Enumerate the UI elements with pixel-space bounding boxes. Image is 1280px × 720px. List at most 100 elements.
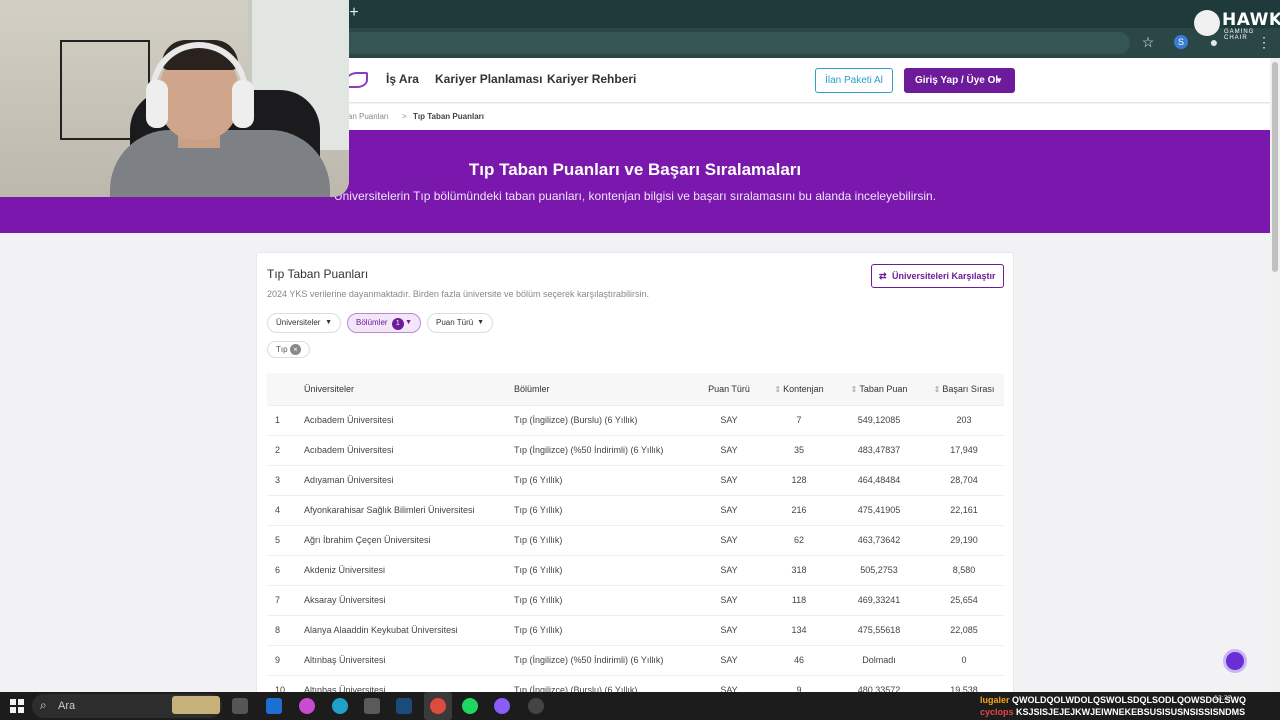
- row-university: Ağrı İbrahim Çeçen Üniversitesi: [304, 524, 514, 555]
- row-index: 3: [267, 464, 304, 495]
- row-score-type: SAY: [694, 524, 764, 555]
- site-logo[interactable]: [346, 72, 368, 88]
- row-quota: 134: [764, 614, 834, 645]
- table-row[interactable]: 7 Aksaray Üniversitesi Tıp (6 Yıllık) SAY 11…: [267, 584, 1004, 615]
- breadcrumb-current: Tıp Taban Puanları: [413, 112, 484, 121]
- table-row[interactable]: 10 Altınbaş Üniversitesi Tıp (İngilizce) (…: [267, 674, 1004, 692]
- row-department: Tıp (6 Yıllık): [514, 614, 694, 645]
- row-quota: 318: [764, 554, 834, 585]
- row-department: Tıp (6 Yıllık): [514, 584, 694, 615]
- row-university: Altınbaş Üniversitesi: [304, 644, 514, 675]
- filter-departments-label: Bölümler: [356, 318, 388, 327]
- row-base-score: 463,73642: [834, 524, 924, 555]
- outlook-icon[interactable]: [266, 698, 282, 714]
- card-subtitle: 2024 YKS verilerine dayanmaktadır. Birde…: [267, 289, 650, 299]
- row-department: Tıp (6 Yıllık): [514, 494, 694, 525]
- row-university: Akdeniz Üniversitesi: [304, 554, 514, 585]
- store-icon[interactable]: [364, 698, 380, 714]
- row-index: 8: [267, 614, 304, 645]
- filter-universities[interactable]: Üniversiteler ▼: [267, 313, 341, 333]
- row-rank: 25,654: [924, 584, 1004, 615]
- row-university: Alanya Alaaddin Keykubat Üniversitesi: [304, 614, 514, 645]
- row-score-type: SAY: [694, 434, 764, 465]
- row-index: 6: [267, 554, 304, 585]
- edge-icon[interactable]: [332, 698, 348, 714]
- star-icon[interactable]: ☆: [1140, 34, 1156, 50]
- row-rank: 17,949: [924, 434, 1004, 465]
- task-view-icon[interactable]: [232, 698, 248, 714]
- sort-icon: ⇕: [933, 384, 941, 394]
- webcam-person-body: [110, 130, 330, 197]
- login-button[interactable]: Giriş Yap / Üye Ol ▼: [904, 68, 1015, 93]
- compare-universities-button[interactable]: ⇄ Üniversiteleri Karşılaştır: [871, 264, 1004, 288]
- nav-is-ara[interactable]: İş Ara: [386, 72, 419, 86]
- table-row[interactable]: 6 Akdeniz Üniversitesi Tıp (6 Yıllık) SAY 31…: [267, 554, 1004, 585]
- discord-icon[interactable]: [494, 698, 510, 714]
- row-university: Afyonkarahisar Sağlık Bilimleri Üniversi…: [304, 494, 514, 525]
- compare-button-label: Üniversiteleri Karşılaştır: [892, 271, 996, 281]
- row-index: 4: [267, 494, 304, 525]
- row-index: 7: [267, 584, 304, 615]
- table-row[interactable]: 8 Alanya Alaaddin Keykubat Üniversitesi Tı…: [267, 614, 1004, 645]
- row-department: Tıp (6 Yıllık): [514, 554, 694, 585]
- scrollbar-thumb[interactable]: [1272, 62, 1278, 272]
- row-base-score: 483,47837: [834, 434, 924, 465]
- tray-line-2-text: KSJSISJEJEJKWJEIWNEKEBSUSISUSNSISSISNDMS: [1016, 707, 1246, 717]
- header-quota[interactable]: ⇕ Kontenjan: [764, 373, 834, 405]
- filter-departments[interactable]: Bölümler 1 ▼: [347, 313, 421, 333]
- row-quota: 118: [764, 584, 834, 615]
- row-quota: 216: [764, 494, 834, 525]
- table-row[interactable]: 5 Ağrı İbrahim Çeçen Üniversitesi Tıp (6 Y…: [267, 524, 1004, 555]
- row-quota: 62: [764, 524, 834, 555]
- row-quota: 46: [764, 644, 834, 675]
- spotify-icon[interactable]: [462, 698, 478, 714]
- nav-kariyer-planlamasi[interactable]: Kariyer Planlaması: [435, 72, 542, 86]
- filter-universities-label: Üniversiteler: [276, 318, 321, 327]
- row-department: Tıp (İngilizce) (%50 İndirimli) (6 Yıllı…: [514, 644, 694, 675]
- row-department: Tıp (İngilizce) (Burslu) (6 Yıllık): [514, 674, 694, 692]
- close-icon[interactable]: ×: [290, 344, 301, 355]
- taskbar-search-label: Ara: [58, 700, 76, 712]
- page-scrollbar[interactable]: [1270, 58, 1280, 692]
- filter-count-badge: 1: [391, 318, 404, 330]
- chevron-down-icon: ▼: [325, 319, 332, 326]
- header-departments: Bölümler: [514, 383, 550, 394]
- scores-table: Üniversiteler Bölümler Puan Türü ⇕ Konten…: [267, 373, 1004, 692]
- chevron-down-icon: ▼: [477, 319, 484, 326]
- row-index: 1: [267, 404, 304, 435]
- header-score-type: Puan Türü: [708, 383, 750, 394]
- row-quota: 7: [764, 404, 834, 435]
- row-department: Tıp (6 Yıllık): [514, 464, 694, 495]
- table-row[interactable]: 2 Acıbadem Üniversitesi Tıp (İngilizce) (%…: [267, 434, 1004, 465]
- nav-kariyer-rehberi[interactable]: Kariyer Rehberi: [547, 72, 636, 86]
- obs-icon[interactable]: [528, 698, 544, 714]
- table-row[interactable]: 3 Adıyaman Üniversitesi Tıp (6 Yıllık) SAY 1…: [267, 464, 1004, 495]
- address-bar[interactable]: [340, 32, 1130, 54]
- header-rank[interactable]: ⇕ Başarı Sırası: [924, 373, 1004, 405]
- chrome-icon[interactable]: [430, 698, 446, 714]
- filter-score-type[interactable]: Puan Türü ▼: [427, 313, 493, 333]
- sort-icon: ⇕: [850, 384, 858, 394]
- row-rank: 28,704: [924, 464, 1004, 495]
- tray-line-1: lugaler QWOLDQOLWDOLQSWOLSDQLSODLQOWSDOL…: [980, 695, 1246, 705]
- row-rank: 22,161: [924, 494, 1004, 525]
- search-icon: ⌕: [40, 698, 47, 712]
- extension-icon[interactable]: S: [1174, 35, 1188, 49]
- table-row[interactable]: 4 Afyonkarahisar Sağlık Bilimleri Ünivers…: [267, 494, 1004, 525]
- header-quota-label: Kontenjan: [783, 383, 824, 394]
- row-base-score: 475,41905: [834, 494, 924, 525]
- steam-icon[interactable]: [396, 698, 412, 714]
- ilan-paketi-button[interactable]: İlan Paketi Al: [815, 68, 893, 93]
- row-department: Tıp (İngilizce) (Burslu) (6 Yıllık): [514, 404, 694, 435]
- copilot-icon[interactable]: [299, 698, 315, 714]
- chevron-down-icon: ▼: [405, 319, 412, 326]
- table-row[interactable]: 1 Acıbadem Üniversitesi Tıp (İngilizce) (B…: [267, 404, 1004, 435]
- chat-assistant-button[interactable]: [1223, 649, 1247, 673]
- active-filter-tag: Tıp ×: [267, 341, 310, 358]
- row-rank: 22,085: [924, 614, 1004, 645]
- header-base-score[interactable]: ⇕ Taban Puan: [834, 373, 924, 405]
- header-base-score-label: Taban Puan: [859, 383, 908, 394]
- table-row[interactable]: 9 Altınbaş Üniversitesi Tıp (İngilizce) (%…: [267, 644, 1004, 675]
- row-score-type: SAY: [694, 554, 764, 585]
- windows-start-icon[interactable]: [10, 699, 24, 713]
